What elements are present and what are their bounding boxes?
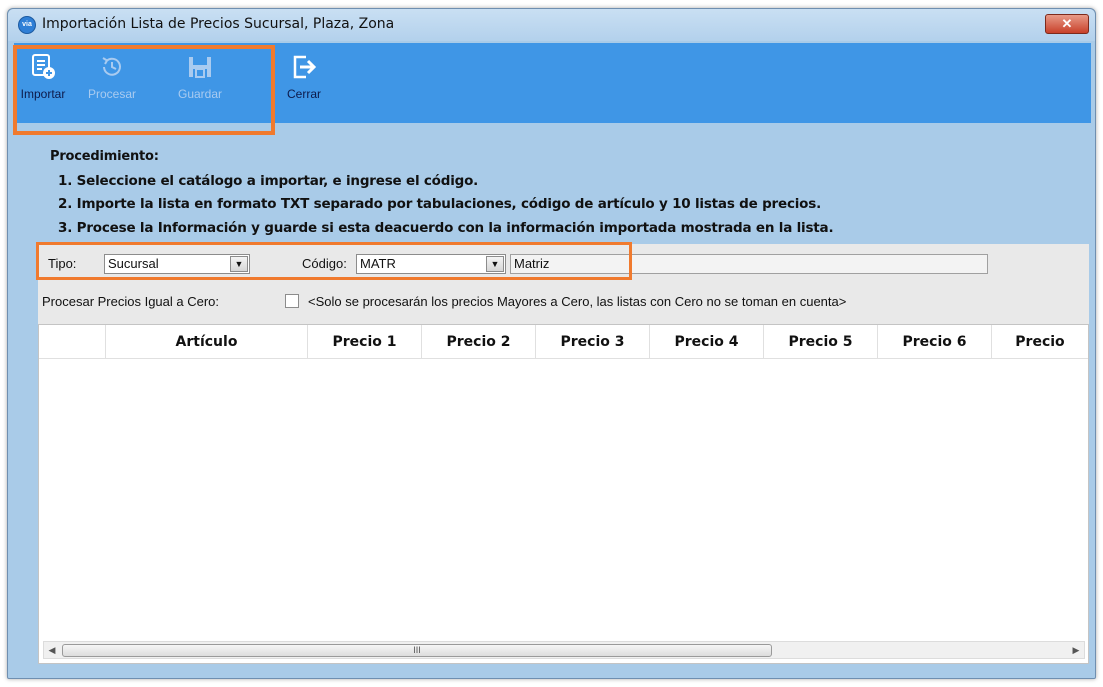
save-label: Guardar [177, 87, 223, 101]
scrollbar-thumb[interactable]: III [62, 644, 772, 657]
exit-icon [293, 55, 317, 79]
column-header-precio-1[interactable]: Precio 1 [307, 325, 421, 359]
save-button[interactable]: Guardar [164, 49, 236, 119]
import-button[interactable]: Importar [14, 49, 72, 119]
process-button[interactable]: Procesar [76, 49, 148, 119]
window-title: Importación Lista de Precios Sucursal, P… [42, 16, 395, 32]
horizontal-scrollbar[interactable]: ◀ III ▶ [43, 641, 1085, 659]
close-label: Cerrar [286, 87, 321, 101]
procedure-step-3: 3. Procese la Información y guarde si es… [58, 220, 834, 236]
process-label: Procesar [87, 87, 137, 101]
zero-prices-checkbox[interactable] [285, 294, 299, 308]
grid-header: Artículo Precio 1 Precio 2 Precio 3 Prec… [39, 325, 1088, 359]
scroll-left-icon[interactable]: ◀ [45, 643, 59, 658]
chevron-down-icon[interactable]: ▼ [230, 256, 248, 272]
tipo-label: Tipo: [48, 256, 77, 271]
filter-panel: Tipo: Sucursal ▼ Código: MATR ▼ Matriz [38, 244, 1089, 286]
prices-grid[interactable]: Artículo Precio 1 Precio 2 Precio 3 Prec… [38, 324, 1089, 664]
app-logo-icon: via [18, 16, 36, 34]
zero-prices-row: Procesar Precios Igual a Cero: <Solo se … [38, 286, 1089, 324]
window-close-button[interactable]: ✕ [1045, 14, 1089, 34]
close-button[interactable]: Cerrar [276, 49, 332, 119]
title-bar[interactable]: via Importación Lista de Precios Sucursa… [8, 9, 1095, 41]
import-label: Importar [20, 87, 66, 101]
save-icon [189, 57, 211, 78]
procedure-title: Procedimiento: [50, 149, 159, 164]
import-list-icon [32, 54, 55, 79]
procedure-step-1: 1. Seleccione el catálogo a importar, e … [58, 173, 479, 189]
codigo-name-field: Matriz [510, 254, 988, 274]
column-header-precio-4[interactable]: Precio 4 [649, 325, 763, 359]
zero-prices-label: Procesar Precios Igual a Cero: [42, 294, 220, 309]
column-header-precio-7[interactable]: Precio [991, 325, 1088, 359]
scroll-right-icon[interactable]: ▶ [1069, 643, 1083, 658]
history-icon [102, 57, 121, 76]
chevron-down-icon[interactable]: ▼ [486, 256, 504, 272]
column-header-precio-5[interactable]: Precio 5 [763, 325, 877, 359]
codigo-value: MATR [360, 256, 396, 271]
toolbar: Importar Procesar Guardar Cerrar [14, 43, 1091, 123]
codigo-select[interactable]: MATR ▼ [356, 254, 506, 274]
row-selector-header [39, 325, 105, 359]
column-header-articulo[interactable]: Artículo [105, 325, 307, 359]
column-header-precio-2[interactable]: Precio 2 [421, 325, 535, 359]
tipo-value: Sucursal [108, 256, 159, 271]
column-header-precio-3[interactable]: Precio 3 [535, 325, 649, 359]
procedure-step-2: 2. Importe la lista en formato TXT separ… [58, 196, 822, 212]
tipo-select[interactable]: Sucursal ▼ [104, 254, 250, 274]
zero-prices-note: <Solo se procesarán los precios Mayores … [308, 294, 847, 309]
column-header-precio-6[interactable]: Precio 6 [877, 325, 991, 359]
codigo-label: Código: [302, 256, 347, 271]
